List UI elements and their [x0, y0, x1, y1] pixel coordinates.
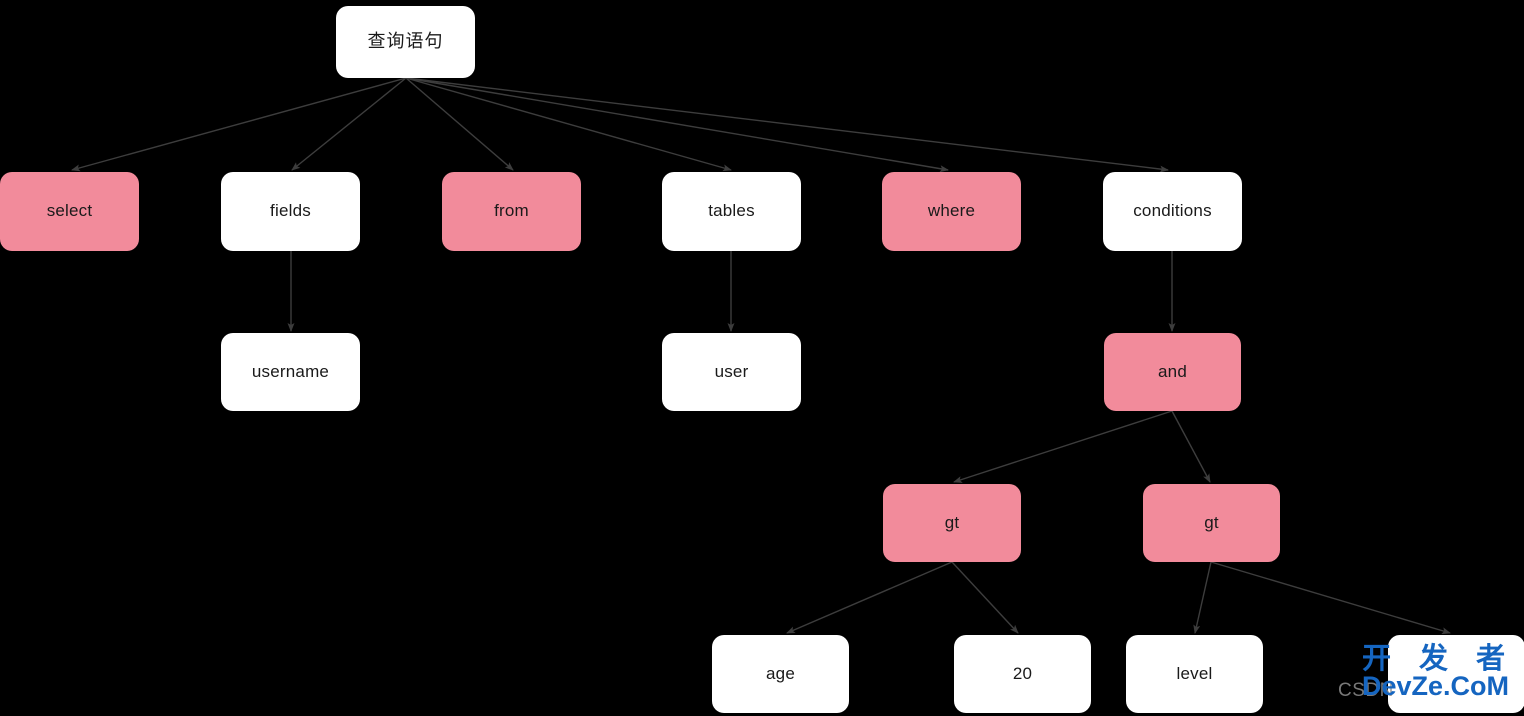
devze-watermark-cn: 开 发 者 [1362, 643, 1516, 675]
tree-node-label: tables [708, 201, 755, 221]
tree-node-label: where [927, 201, 976, 221]
devze-watermark: 开 发 者 DevZe.CoM [1362, 644, 1515, 701]
tree-node-label: gt [1204, 512, 1219, 532]
tree-node-label: age [766, 663, 795, 683]
tree-edge-root-from [405, 77, 514, 171]
tree-edge-root-tables [405, 77, 732, 172]
tree-node-fields[interactable]: fields [221, 172, 360, 251]
tree-node-username[interactable]: username [221, 333, 360, 411]
tree-node-level[interactable]: level [1126, 635, 1263, 713]
tree-node-label: username [251, 361, 330, 381]
tree-node-label: 查询语句 [367, 31, 444, 52]
tree-node-twenty[interactable]: 20 [954, 635, 1091, 713]
tree-edge-root-where [405, 77, 949, 173]
tree-edge-root-fields [291, 77, 407, 171]
tree-node-label: gt [944, 512, 960, 532]
tree-node-gt1[interactable]: gt [883, 484, 1021, 562]
devze-watermark-en: DevZe.CoM [1362, 671, 1510, 702]
tree-node-user[interactable]: user [662, 333, 801, 411]
tree-node-from[interactable]: from [442, 172, 581, 251]
tree-edge-gt2-clipped [1210, 561, 1451, 635]
tree-edge-gt2-level [1193, 561, 1212, 634]
tree-edge-gt1-age [786, 561, 953, 634]
tree-node-label: level [1176, 663, 1213, 683]
tree-node-label: fields [270, 201, 311, 221]
tree-edge-root-conditions [405, 77, 1169, 173]
tree-edge-and-gt1 [953, 410, 1173, 483]
tree-edge-gt1-20 [951, 561, 1019, 634]
tree-node-age[interactable]: age [712, 635, 849, 713]
tree-node-tables[interactable]: tables [662, 172, 801, 251]
tree-edge-and-gt2 [1171, 410, 1211, 483]
tree-node-label: 20 [1012, 663, 1033, 683]
diagram-canvas: 查询语句 select fields from tables where condition… [0, 0, 1524, 716]
tree-node-label: user [714, 361, 749, 381]
tree-node-gt2[interactable]: gt [1143, 484, 1280, 562]
tree-node-label: and [1158, 361, 1187, 381]
tree-edge-root-select [71, 77, 407, 172]
tree-node-root[interactable]: 查询语句 [336, 6, 475, 78]
tree-node-where[interactable]: where [882, 172, 1021, 251]
tree-node-select[interactable]: select [0, 172, 139, 251]
tree-node-label: select [46, 201, 93, 221]
tree-node-and[interactable]: and [1104, 333, 1241, 411]
tree-node-label: from [494, 201, 529, 221]
tree-node-label: conditions [1133, 201, 1212, 221]
tree-node-conditions[interactable]: conditions [1103, 172, 1242, 251]
